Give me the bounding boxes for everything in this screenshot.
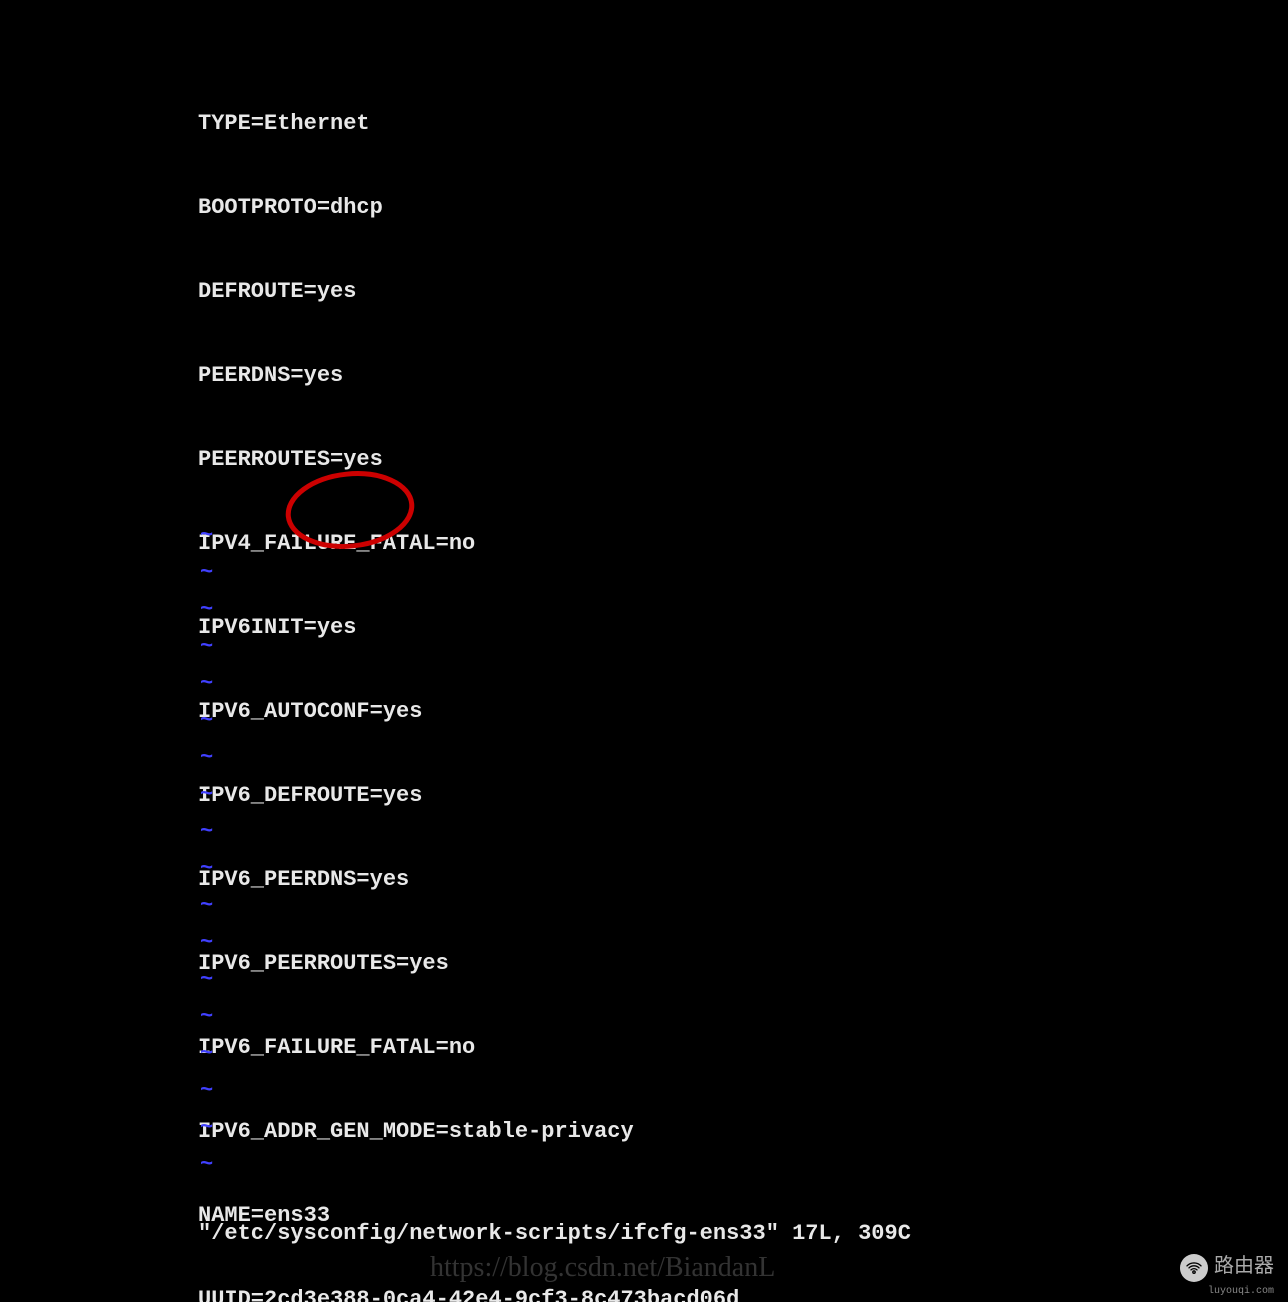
config-line: IPV6INIT=yes [198,614,739,642]
watermark-router-sub: luyouqi.com [1208,1278,1274,1302]
empty-line-tilde: ~ [200,966,213,994]
router-icon [1180,1254,1208,1282]
empty-line-tilde: ~ [200,596,213,624]
config-line: BOOTPROTO=dhcp [198,194,739,222]
config-line: IPV6_AUTOCONF=yes [198,698,739,726]
watermark-blog-url: https://blog.csdn.net/BiandanL [430,1254,775,1282]
config-line: IPV4_FAILURE_FATAL=no [198,530,739,558]
config-line: IPV6_PEERROUTES=yes [198,950,739,978]
empty-line-tilde: ~ [200,1151,213,1179]
empty-line-tilde: ~ [200,633,213,661]
empty-line-tilde: ~ [200,670,213,698]
empty-line-tilde: ~ [200,1003,213,1031]
config-line: IPV6_ADDR_GEN_MODE=stable-privacy [198,1118,739,1146]
config-line: TYPE=Ethernet [198,110,739,138]
empty-line-tilde: ~ [200,744,213,772]
config-line: PEERROUTES=yes [198,446,739,474]
empty-line-tilde: ~ [200,892,213,920]
empty-line-tilde: ~ [200,522,213,550]
empty-line-tilde: ~ [200,781,213,809]
config-line: PEERDNS=yes [198,362,739,390]
empty-line-tilde: ~ [200,559,213,587]
empty-line-tilde: ~ [200,1077,213,1105]
terminal-window[interactable]: TYPE=Ethernet BOOTPROTO=dhcp DEFROUTE=ye… [0,0,1288,1302]
config-line: IPV6_FAILURE_FATAL=no [198,1034,739,1062]
empty-line-tilde: ~ [200,707,213,735]
empty-line-tilde: ~ [200,1114,213,1142]
config-line: DEFROUTE=yes [198,278,739,306]
watermark-router: 路由器 luyouqi.com [1180,1254,1274,1282]
vi-status-line: "/etc/sysconfig/network-scripts/ifcfg-en… [198,1220,911,1248]
empty-line-tilde: ~ [200,929,213,957]
empty-line-tilde: ~ [200,818,213,846]
config-line: IPV6_DEFROUTE=yes [198,782,739,810]
config-line: IPV6_PEERDNS=yes [198,866,739,894]
empty-line-tilde: ~ [200,1040,213,1068]
config-line: UUID=2cd3e388-0ca4-42e4-9cf3-8c473bacd06… [198,1286,739,1302]
empty-line-tilde: ~ [200,855,213,883]
file-content[interactable]: TYPE=Ethernet BOOTPROTO=dhcp DEFROUTE=ye… [198,54,739,1302]
